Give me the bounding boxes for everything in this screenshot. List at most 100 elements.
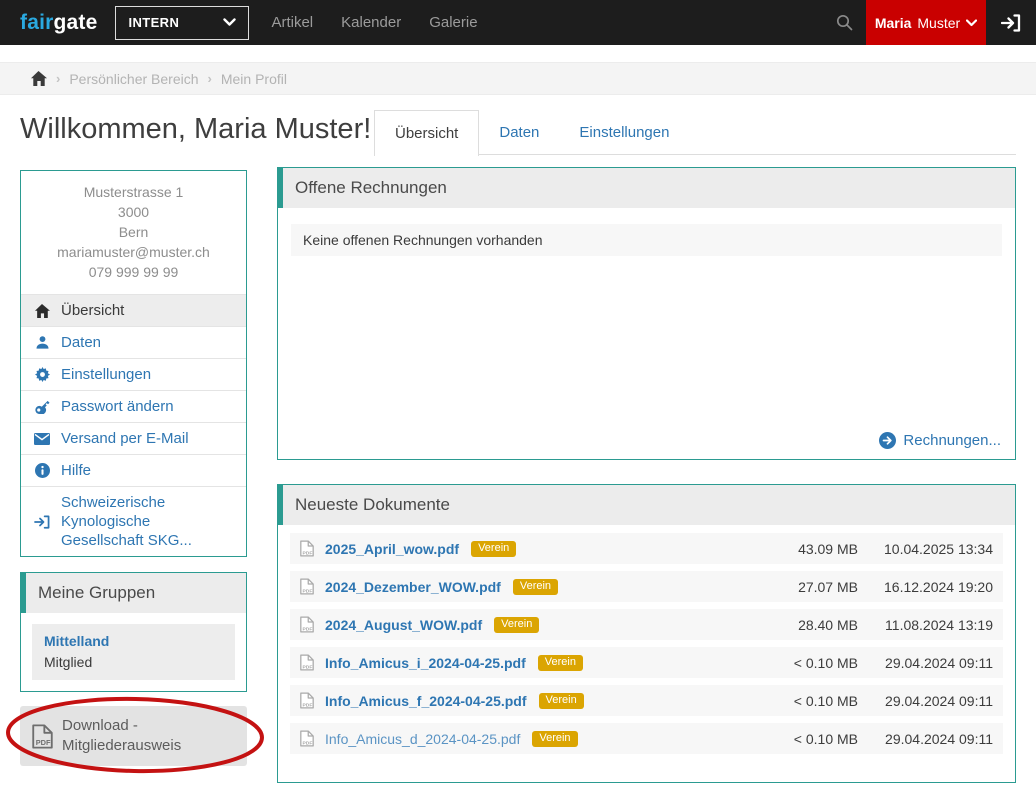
pdf-file-icon: PDF <box>300 616 314 633</box>
invoices-empty-message: Keine offenen Rechnungen vorhanden <box>291 224 1002 256</box>
verein-badge[interactable]: Verein <box>471 541 516 557</box>
profile-menu: Übersicht Daten Einstellungen Passwort ä… <box>21 294 246 556</box>
org-select-value: INTERN <box>128 15 179 30</box>
panel-accent-bar <box>278 485 283 525</box>
sidebar-item-label: Schweizerische Kynologische Gesellschaft… <box>61 493 234 550</box>
sign-in-icon <box>33 515 51 529</box>
breadcrumb: › Persönlicher Bereich › Mein Profil <box>0 62 1036 95</box>
sidebar-item-uebersicht[interactable]: Übersicht <box>21 294 246 326</box>
gear-icon <box>33 367 51 382</box>
newest-documents-panel: Neueste Dokumente PDF 2025_April_wow.pdf… <box>277 484 1016 783</box>
page-title: Willkommen, Maria Muster! <box>20 113 371 146</box>
fairgate-logo[interactable]: fairgate <box>20 11 97 35</box>
tab-einstellungen[interactable]: Einstellungen <box>559 110 689 154</box>
home-icon[interactable] <box>30 71 47 86</box>
document-date: 29.04.2024 09:11 <box>858 731 993 747</box>
sidebar-item-skg[interactable]: Schweizerische Kynologische Gesellschaft… <box>21 486 246 556</box>
user-last-name: Muster <box>917 15 960 31</box>
profile-tabs: Übersicht Daten Einstellungen <box>374 110 1016 155</box>
home-icon <box>33 304 51 318</box>
user-icon <box>33 335 51 350</box>
user-first-name: Maria <box>875 15 912 31</box>
sidebar-item-einstellungen[interactable]: Einstellungen <box>21 358 246 390</box>
verein-badge[interactable]: Verein <box>539 693 584 709</box>
pdf-file-icon: PDF <box>300 730 314 747</box>
download-button-label: Download - Mitgliederausweis <box>62 716 235 756</box>
navbar-right: Maria Muster <box>822 0 1036 45</box>
fairgate-member-portal: fairgate INTERN Artikel Kalender Galerie… <box>0 0 1036 790</box>
group-role: Mitglied <box>44 652 223 673</box>
chevron-down-icon <box>223 18 236 27</box>
logo-text-gate: gate <box>53 11 97 34</box>
documents-list: PDF 2025_April_wow.pdf Verein 43.09 MB 1… <box>278 525 1015 754</box>
sidebar-item-label: Einstellungen <box>61 365 151 384</box>
document-link[interactable]: Info_Amicus_f_2024-04-25.pdf <box>325 693 527 709</box>
nav-link-galerie[interactable]: Galerie <box>429 14 477 31</box>
svg-text:PDF: PDF <box>36 738 51 747</box>
document-link[interactable]: 2024_August_WOW.pdf <box>325 617 482 633</box>
page-title-light: Willkommen, Maria <box>20 113 267 145</box>
profile-address: Musterstrasse 1 3000 Bern mariamuster@mu… <box>21 171 246 294</box>
sidebar-item-daten[interactable]: Daten <box>21 326 246 358</box>
address-phone: 079 999 99 99 <box>29 262 238 282</box>
address-email: mariamuster@muster.ch <box>29 242 238 262</box>
main-nav: Artikel Kalender Galerie <box>271 14 477 31</box>
breadcrumb-item-persoenlicher-bereich[interactable]: Persönlicher Bereich <box>69 71 198 87</box>
document-date: 11.08.2024 13:19 <box>858 617 993 633</box>
groups-panel: Meine Gruppen Mittelland Mitglied <box>20 572 247 692</box>
svg-text:PDF: PDF <box>302 588 312 594</box>
verein-badge[interactable]: Verein <box>513 579 558 595</box>
document-link[interactable]: 2025_April_wow.pdf <box>325 541 459 557</box>
address-street: Musterstrasse 1 <box>29 182 238 202</box>
invoices-panel-header: Offene Rechnungen <box>278 168 1015 208</box>
pdf-file-icon: PDF <box>300 654 314 671</box>
document-size: < 0.10 MB <box>758 655 858 671</box>
top-navbar: fairgate INTERN Artikel Kalender Galerie… <box>0 0 1036 45</box>
svg-text:PDF: PDF <box>302 664 312 670</box>
address-zip: 3000 <box>29 202 238 222</box>
document-date: 10.04.2025 13:34 <box>858 541 993 557</box>
document-size: 27.07 MB <box>758 579 858 595</box>
breadcrumb-separator: › <box>56 71 60 86</box>
tab-daten[interactable]: Daten <box>479 110 559 154</box>
sidebar-item-passwort-aendern[interactable]: Passwort ändern <box>21 390 246 422</box>
document-row: PDF 2024_Dezember_WOW.pdf Verein 27.07 M… <box>290 571 1003 602</box>
download-membership-card-button[interactable]: PDF Download - Mitgliederausweis <box>20 706 247 766</box>
panel-accent-bar <box>278 168 283 208</box>
user-menu[interactable]: Maria Muster <box>866 0 986 45</box>
svg-text:PDF: PDF <box>302 702 312 708</box>
address-city: Bern <box>29 222 238 242</box>
sign-out-icon[interactable] <box>986 0 1036 45</box>
document-row: PDF 2025_April_wow.pdf Verein 43.09 MB 1… <box>290 533 1003 564</box>
group-name[interactable]: Mittelland <box>44 631 223 652</box>
document-date: 29.04.2024 09:11 <box>858 693 993 709</box>
sidebar-item-label: Passwort ändern <box>61 397 174 416</box>
group-list-item[interactable]: Mittelland Mitglied <box>32 624 235 680</box>
org-select-dropdown[interactable]: INTERN <box>115 6 249 40</box>
sidebar-item-label: Hilfe <box>61 461 91 480</box>
info-icon <box>33 463 51 478</box>
verein-badge[interactable]: Verein <box>532 731 577 747</box>
verein-badge[interactable]: Verein <box>538 655 583 671</box>
search-icon[interactable] <box>822 0 866 45</box>
svg-text:PDF: PDF <box>302 550 312 556</box>
document-row: PDF Info_Amicus_d_2024-04-25.pdf Verein … <box>290 723 1003 754</box>
pdf-file-icon: PDF <box>300 540 314 557</box>
tab-uebersicht[interactable]: Übersicht <box>374 110 479 156</box>
invoices-panel-title: Offene Rechnungen <box>295 178 447 198</box>
document-link[interactable]: Info_Amicus_d_2024-04-25.pdf <box>325 731 520 747</box>
document-link[interactable]: 2024_Dezember_WOW.pdf <box>325 579 501 595</box>
pdf-file-icon: PDF <box>32 724 53 749</box>
sidebar-item-hilfe[interactable]: Hilfe <box>21 454 246 486</box>
documents-panel-title: Neueste Dokumente <box>295 495 450 515</box>
document-link[interactable]: Info_Amicus_i_2024-04-25.pdf <box>325 655 526 671</box>
profile-sidebar: Musterstrasse 1 3000 Bern mariamuster@mu… <box>20 170 247 557</box>
verein-badge[interactable]: Verein <box>494 617 539 633</box>
nav-link-kalender[interactable]: Kalender <box>341 14 401 31</box>
invoices-link[interactable]: Rechnungen... <box>879 432 1001 449</box>
groups-panel-header: Meine Gruppen <box>21 573 246 613</box>
breadcrumb-item-mein-profil[interactable]: Mein Profil <box>221 71 287 87</box>
sidebar-item-label: Daten <box>61 333 101 352</box>
sidebar-item-versand-per-email[interactable]: Versand per E-Mail <box>21 422 246 454</box>
nav-link-artikel[interactable]: Artikel <box>271 14 313 31</box>
